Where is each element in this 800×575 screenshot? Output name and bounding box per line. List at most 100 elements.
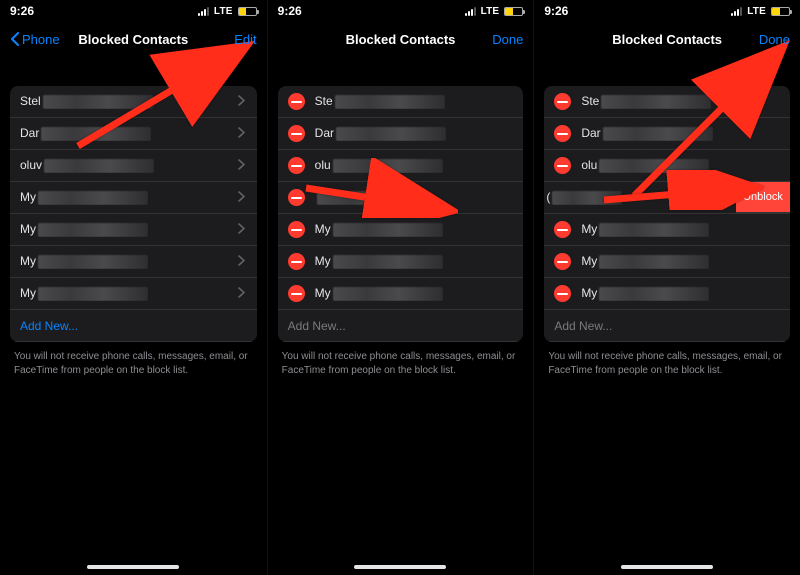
contact-row[interactable]: Dar — [278, 118, 524, 150]
delete-minus-icon[interactable] — [554, 157, 571, 174]
contact-row[interactable]: My — [278, 278, 524, 310]
home-indicator[interactable] — [354, 565, 446, 569]
back-button[interactable]: Phone — [10, 32, 60, 47]
blocked-list-editing: Ste Dar olu My My — [278, 86, 524, 342]
status-time: 9:26 — [278, 4, 302, 18]
footer-text: You will not receive phone calls, messag… — [10, 342, 257, 377]
delete-minus-icon[interactable] — [288, 125, 305, 142]
blocked-list-editing: Ste Dar olu Number ( Unblock My — [544, 86, 790, 342]
contact-name: olu — [581, 158, 597, 172]
unblock-button[interactable]: Unblock — [736, 182, 790, 213]
status-bar: 9:26 LTE — [534, 0, 800, 22]
chevron-right-icon — [238, 127, 245, 141]
contact-row[interactable]: My — [10, 182, 257, 214]
delete-minus-icon[interactable] — [288, 157, 305, 174]
contact-row[interactable]: My — [544, 278, 790, 310]
contact-name: My — [315, 254, 331, 268]
contact-name: My — [20, 254, 36, 268]
edit-button[interactable]: Edit — [234, 32, 256, 47]
contact-row[interactable]: My — [10, 278, 257, 310]
delete-minus-icon[interactable] — [554, 253, 571, 270]
contact-row[interactable]: Dar — [544, 118, 790, 150]
contact-row[interactable]: olu — [278, 150, 524, 182]
contact-name: My — [20, 190, 36, 204]
status-bar: 9:26 LTE — [268, 0, 534, 22]
delete-minus-icon[interactable] — [554, 93, 571, 110]
contact-name: Stel — [20, 94, 41, 108]
contact-row[interactable]: Stel — [10, 86, 257, 118]
delete-minus-icon[interactable] — [554, 285, 571, 302]
footer-text: You will not receive phone calls, messag… — [544, 342, 790, 377]
chevron-right-icon — [238, 95, 245, 109]
status-bar: 9:26 LTE — [0, 0, 267, 22]
contact-name: My — [20, 222, 36, 236]
add-new-button[interactable]: Add New... — [278, 310, 524, 342]
screenshot-panel-3: 9:26 LTE Blocked Contacts Done Ste Dar o… — [533, 0, 800, 575]
contact-row[interactable]: My — [544, 214, 790, 246]
contact-row[interactable]: olu — [544, 150, 790, 182]
done-button[interactable]: Done — [492, 32, 523, 47]
chevron-right-icon — [238, 287, 245, 301]
contact-name: Dar — [20, 126, 39, 140]
chevron-right-icon — [238, 159, 245, 173]
contact-name: olu — [315, 158, 331, 172]
delete-minus-icon[interactable] — [288, 93, 305, 110]
delete-minus-icon[interactable] — [554, 221, 571, 238]
contact-row[interactable]: My — [544, 246, 790, 278]
contact-name: My — [315, 222, 331, 236]
network-label: LTE — [747, 6, 766, 17]
status-time: 9:26 — [10, 4, 34, 18]
contact-row[interactable]: Ste — [278, 86, 524, 118]
network-label: LTE — [214, 6, 233, 17]
contact-row[interactable]: My — [10, 214, 257, 246]
contact-row[interactable]: Dar — [10, 118, 257, 150]
battery-icon — [238, 7, 257, 16]
contact-row[interactable] — [278, 182, 524, 214]
delete-minus-icon[interactable] — [554, 125, 571, 142]
done-button[interactable]: Done — [759, 32, 790, 47]
contact-name: My — [581, 286, 597, 300]
blocked-list: Stel Dar oluv My My My — [10, 86, 257, 342]
battery-icon — [504, 7, 523, 16]
footer-text: You will not receive phone calls, messag… — [278, 342, 524, 377]
chevron-right-icon — [238, 255, 245, 269]
delete-minus-icon[interactable] — [288, 189, 305, 206]
contact-row[interactable]: oluv — [10, 150, 257, 182]
contact-name: Number ( — [544, 190, 550, 204]
contact-row[interactable]: My — [278, 214, 524, 246]
contact-row[interactable]: Ste — [544, 86, 790, 118]
add-new-button[interactable]: Add New... — [544, 310, 790, 342]
cell-signal-icon — [731, 7, 742, 16]
contact-name: Dar — [581, 126, 600, 140]
screenshot-panel-2: 9:26 LTE Blocked Contacts Done Ste Dar o… — [267, 0, 534, 575]
contact-name: My — [581, 254, 597, 268]
nav-bar: Phone Blocked Contacts Edit — [0, 22, 267, 56]
contact-name: My — [581, 222, 597, 236]
contact-row-swiped[interactable]: Number ( Unblock — [544, 182, 790, 214]
nav-bar: Blocked Contacts Done — [534, 22, 800, 56]
contact-name: Ste — [581, 94, 599, 108]
contact-row[interactable]: My — [10, 246, 257, 278]
nav-bar: Blocked Contacts Done — [268, 22, 534, 56]
status-time: 9:26 — [544, 4, 568, 18]
chevron-left-icon — [10, 32, 19, 46]
add-new-button[interactable]: Add New... — [10, 310, 257, 342]
chevron-right-icon — [238, 223, 245, 237]
home-indicator[interactable] — [87, 565, 179, 569]
battery-icon — [771, 7, 790, 16]
cell-signal-icon — [465, 7, 476, 16]
contact-name: My — [20, 286, 36, 300]
delete-minus-icon[interactable] — [288, 285, 305, 302]
contact-name: oluv — [20, 158, 42, 172]
screenshot-panel-1: 9:26 LTE Phone Blocked Contacts Edit Ste… — [0, 0, 267, 575]
delete-minus-icon[interactable] — [288, 253, 305, 270]
contact-name: Dar — [315, 126, 334, 140]
contact-row[interactable]: My — [278, 246, 524, 278]
back-label: Phone — [22, 32, 60, 47]
home-indicator[interactable] — [621, 565, 713, 569]
contact-name: My — [315, 286, 331, 300]
chevron-right-icon — [238, 191, 245, 205]
network-label: LTE — [481, 6, 500, 17]
contact-name: Ste — [315, 94, 333, 108]
delete-minus-icon[interactable] — [288, 221, 305, 238]
